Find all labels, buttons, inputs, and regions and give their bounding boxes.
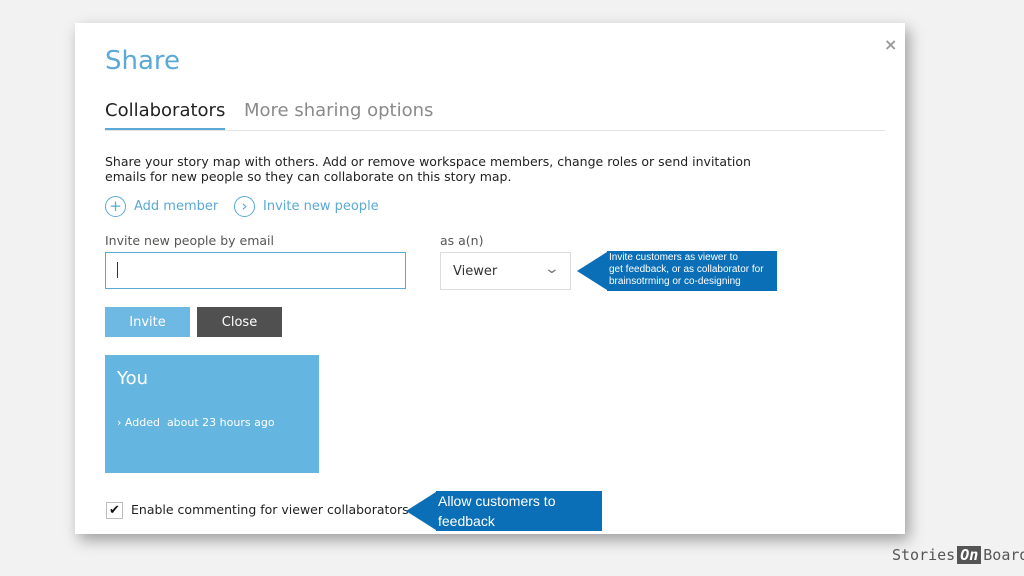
callout-arrow <box>577 252 607 290</box>
close-button[interactable]: Close <box>197 307 282 337</box>
invite-button[interactable]: Invite <box>105 307 190 337</box>
chevron-right-icon: › <box>234 195 255 217</box>
role-tip-line: brainsotrming or co-designing <box>609 276 741 287</box>
brand-logo: Stories On Board <box>892 546 1024 564</box>
close-icon[interactable]: × <box>884 35 897 54</box>
brand-part: Board <box>983 546 1024 564</box>
add-member-label: Add member <box>134 198 219 214</box>
role-tip-line: Invite customers as viewer to <box>609 252 738 263</box>
text-cursor <box>117 262 118 278</box>
callout-arrow <box>406 492 436 530</box>
tab-more-sharing-options[interactable]: More sharing options <box>244 100 433 130</box>
enable-commenting-label: Enable commenting for viewer collaborato… <box>131 502 409 517</box>
role-tip-callout: Invite customers as viewer to get feedba… <box>577 251 777 291</box>
role-select[interactable]: Viewer ⌄ <box>440 252 571 290</box>
chevron-right-icon: › <box>117 416 122 429</box>
tab-bar: Collaborators More sharing options <box>105 100 885 131</box>
add-member-link[interactable]: + Add member <box>105 195 218 217</box>
plus-icon: + <box>105 195 126 217</box>
email-field[interactable] <box>105 252 406 289</box>
role-select-value: Viewer <box>453 264 498 279</box>
comment-tip-line: feedback <box>438 513 495 529</box>
comment-tip-line: Allow customers to <box>438 493 556 509</box>
invite-new-people-label: Invite new people <box>263 198 379 214</box>
member-card[interactable]: You › Added about 23 hours ago <box>105 355 319 473</box>
role-select-label: as a(n) <box>440 233 484 248</box>
member-added-text: Added about 23 hours ago <box>124 416 275 429</box>
comment-tip-callout: Allow customers to feedback <box>406 491 602 531</box>
email-field-label: Invite new people by email <box>105 233 274 248</box>
dialog-title: Share <box>105 46 181 76</box>
role-tip-line: get feedback, or as collaborator for <box>609 264 764 275</box>
member-added: › Added about 23 hours ago <box>117 416 275 429</box>
brand-part: On <box>957 546 982 564</box>
member-name: You <box>117 368 149 389</box>
chevron-down-icon: ⌄ <box>543 261 561 277</box>
brand-part: Stories <box>892 546 956 564</box>
share-description: Share your story map with others. Add or… <box>105 154 751 184</box>
tab-collaborators[interactable]: Collaborators <box>105 100 226 130</box>
enable-commenting-checkbox[interactable]: ✔ <box>106 502 123 519</box>
invite-new-people-link[interactable]: › Invite new people <box>234 195 379 217</box>
